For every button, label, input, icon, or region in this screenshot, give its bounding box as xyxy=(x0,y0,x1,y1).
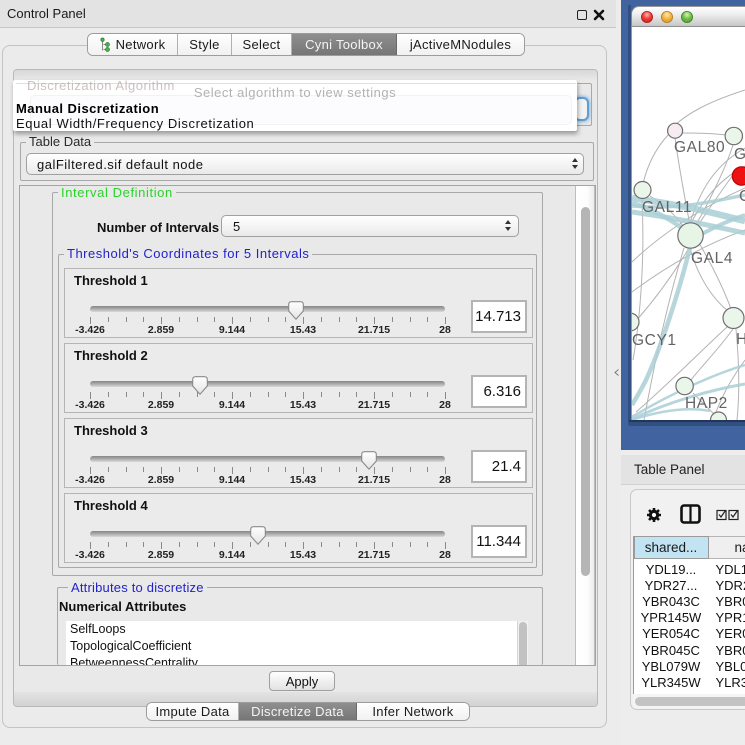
svg-text:GA: GA xyxy=(734,146,745,163)
svg-text:GAL80: GAL80 xyxy=(674,139,725,156)
svg-text:GCY1: GCY1 xyxy=(632,332,677,349)
svg-text:GAL4: GAL4 xyxy=(691,250,733,267)
svg-text:C: C xyxy=(739,188,745,205)
svg-text:HAP2: HAP2 xyxy=(685,395,728,412)
svg-text:GAL11: GAL11 xyxy=(642,199,692,216)
svg-text:H: H xyxy=(736,331,745,348)
